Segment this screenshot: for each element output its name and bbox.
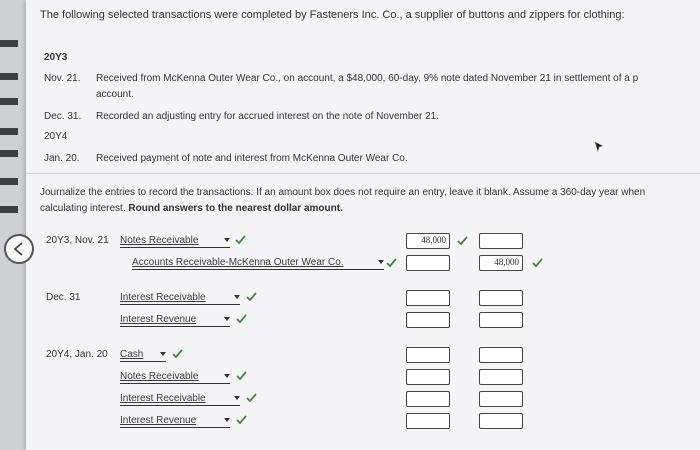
entry3-date: 20Y4, Jan. 20 — [46, 349, 108, 360]
entry2-line1-debit[interactable] — [406, 290, 450, 306]
entry1-debit-account-select[interactable]: Notes Receivable — [120, 233, 230, 248]
strip-mark — [0, 73, 18, 80]
checkmark-icon — [386, 258, 397, 268]
entry3-cash-account: Cash — [120, 348, 144, 360]
strip-mark — [0, 98, 18, 105]
checkmark-icon — [246, 393, 257, 403]
entry2-credit-account: Interest Revenue — [120, 313, 197, 325]
entry3-cash-select[interactable]: Cash — [120, 347, 166, 362]
entry2-debit-account-select[interactable]: Interest Receivable — [120, 290, 240, 305]
strip-mark — [0, 128, 18, 135]
entry2-credit-account-select[interactable]: Interest Revenue — [120, 312, 230, 327]
chevron-down-icon — [378, 260, 384, 264]
entry3-line3-debit[interactable] — [406, 391, 450, 407]
entry3-line2-debit[interactable] — [406, 369, 450, 385]
entry3-line4-credit[interactable] — [479, 413, 523, 429]
intro-text: The following selected transactions were… — [40, 9, 625, 21]
checkmark-icon — [236, 371, 247, 381]
checkmark-icon — [172, 349, 183, 359]
strip-mark — [0, 206, 18, 213]
chevron-down-icon — [224, 317, 230, 321]
entry1-date: 20Y3, Nov. 21 — [46, 235, 109, 246]
chevron-left-icon — [13, 242, 23, 256]
entry3-line2-credit[interactable] — [479, 369, 523, 385]
strip-mark — [0, 150, 18, 157]
checkmark-icon — [235, 235, 246, 245]
entry1-credit-amount-blank[interactable] — [479, 233, 523, 249]
entry3-interest-receivable-select[interactable]: Interest Receivable — [120, 391, 240, 406]
chevron-down-icon — [234, 295, 240, 299]
checkmark-icon — [236, 314, 247, 324]
strip-mark — [0, 178, 18, 185]
nov21-text-cont: account. — [96, 89, 134, 100]
entry2-debit-account: Interest Receivable — [120, 291, 206, 303]
checkmark-icon — [236, 415, 247, 425]
entry2-line2-debit[interactable] — [406, 312, 450, 328]
entry3-notes-account: Notes Receivable — [120, 370, 199, 382]
divider — [26, 173, 700, 174]
chevron-down-icon — [160, 352, 166, 356]
instructions: Journalize the entries to record the tra… — [40, 185, 690, 217]
back-button[interactable] — [4, 234, 34, 264]
checkmark-icon — [457, 236, 468, 246]
entry1-credit-account-select[interactable]: Accounts Receivable-McKenna Outer Wear C… — [132, 255, 384, 270]
entry1-debit-amount[interactable]: 48,000 — [406, 233, 450, 249]
entry3-interest-revenue-account: Interest Revenue — [120, 414, 197, 426]
chevron-down-icon — [234, 396, 240, 400]
left-strip — [0, 0, 26, 450]
instructions-rounding: Round answers to the nearest dollar amou… — [128, 203, 343, 214]
entry3-line4-debit[interactable] — [406, 413, 450, 429]
mouse-cursor-icon — [595, 142, 603, 152]
year-20y4: 20Y4 — [44, 131, 68, 142]
strip-mark — [0, 40, 18, 47]
nov21-date: Nov. 21. — [44, 73, 81, 84]
chevron-down-icon — [224, 418, 230, 422]
chevron-down-icon — [224, 238, 230, 242]
entry3-notes-select[interactable]: Notes Receivable — [120, 369, 230, 384]
entry3-interest-revenue-select[interactable]: Interest Revenue — [120, 413, 230, 428]
jan20-date: Jan. 20. — [44, 153, 80, 164]
entry1-credit-amount[interactable]: 48,000 — [479, 255, 523, 271]
entry1-credit-account: Accounts Receivable-McKenna Outer Wear C… — [132, 256, 344, 268]
entry2-line1-credit[interactable] — [479, 290, 523, 306]
checkmark-icon — [532, 258, 543, 268]
entry1-debit-account: Notes Receivable — [120, 234, 199, 246]
entry2-date: Dec. 31 — [46, 292, 81, 303]
entry3-interest-receivable-account: Interest Receivable — [120, 392, 206, 404]
entry3-line1-debit[interactable] — [406, 347, 450, 363]
dec31-date: Dec. 31. — [44, 111, 82, 122]
chevron-down-icon — [224, 374, 230, 378]
question-page: The following selected transactions were… — [26, 0, 700, 450]
entry3-line1-credit[interactable] — [479, 347, 523, 363]
checkmark-icon — [246, 292, 257, 302]
year-20y3: 20Y3 — [44, 52, 68, 63]
jan20-text: Received payment of note and interest fr… — [96, 153, 408, 164]
nov21-text: Received from McKenna Outer Wear Co., on… — [96, 73, 639, 84]
dec31-text: Recorded an adjusting entry for accrued … — [96, 111, 439, 122]
entry2-line2-credit[interactable] — [479, 312, 523, 328]
entry3-line3-credit[interactable] — [479, 391, 523, 407]
entry1-debit-amount-blank[interactable] — [406, 255, 450, 271]
